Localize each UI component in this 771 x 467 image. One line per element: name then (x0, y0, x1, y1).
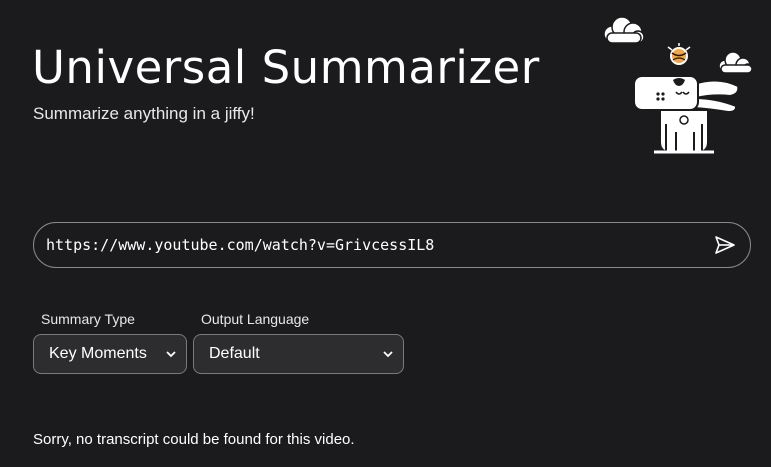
summarizer-page: Universal Summarizer Summarize anything … (0, 0, 771, 467)
page-title: Universal Summarizer (32, 41, 540, 94)
page-subtitle: Summarize anything in a jiffy! (33, 104, 255, 123)
summary-type-value: Key Moments (49, 345, 147, 362)
url-input[interactable] (46, 223, 686, 267)
cloud-icon (718, 51, 754, 75)
summary-type-label: Summary Type (41, 311, 135, 327)
result-message: Sorry, no transcript could be found for … (33, 431, 355, 448)
chevron-down-icon (383, 351, 393, 358)
output-language-value: Default (209, 345, 260, 362)
output-language-label: Output Language (201, 311, 310, 327)
cloud-icon (603, 16, 645, 44)
send-icon[interactable] (712, 232, 738, 258)
dog-mascot-icon (603, 16, 754, 155)
summary-type-select[interactable]: Key Moments (33, 334, 187, 374)
chevron-down-icon (166, 351, 176, 358)
output-language-select[interactable]: Default (193, 334, 404, 374)
url-input-container (33, 222, 751, 268)
ball-icon (667, 43, 691, 65)
